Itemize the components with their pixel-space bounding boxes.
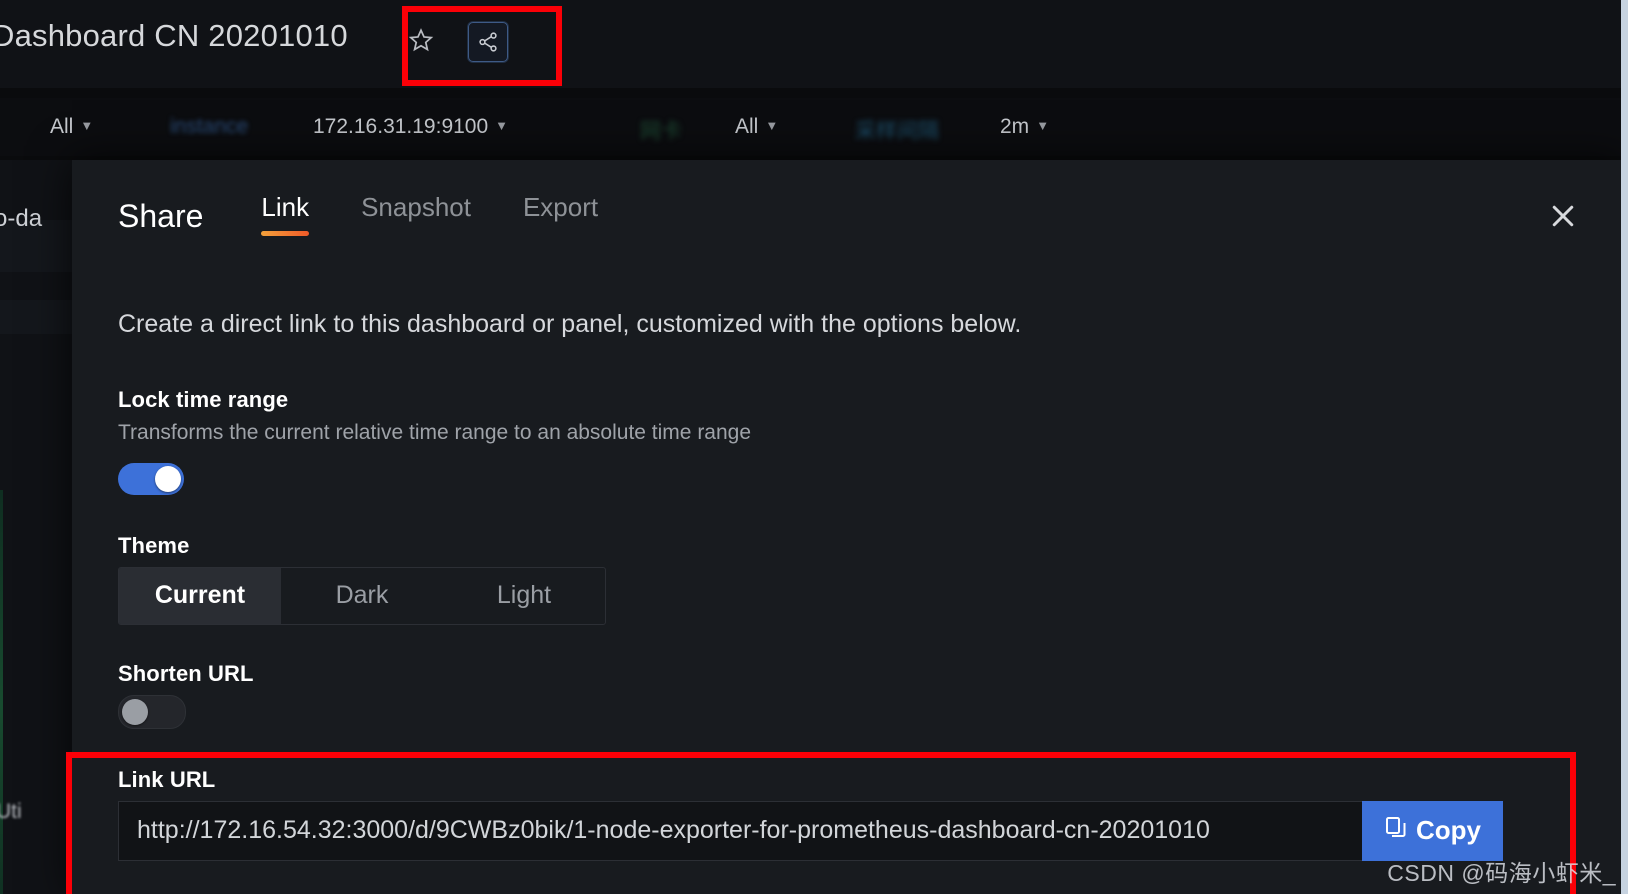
background-graph-line — [0, 490, 3, 894]
dashboard-variable-bar: All ▼ instance 172.16.31.19:9100 ▼ 网卡 All ▼… — [0, 98, 1628, 156]
share-modal-header: Share Link Snapshot Export — [72, 160, 1625, 256]
variable-name-interval: 采样间隔 — [855, 120, 939, 143]
variable-value-instance[interactable]: 172.16.31.19:9100 ▼ — [313, 115, 508, 139]
toggle-knob — [122, 698, 148, 725]
copy-icon — [1384, 815, 1408, 846]
link-url-input[interactable]: http://172.16.54.32:3000/d/9CWBz0bik/1-n… — [118, 800, 1362, 861]
theme-section: Theme Current Dark Light — [118, 533, 1579, 625]
tab-link[interactable]: Link — [261, 194, 309, 236]
variable-value-all-2[interactable]: All ▼ — [735, 115, 778, 139]
theme-option-dark[interactable]: Dark — [281, 568, 443, 624]
theme-option-light[interactable]: Light — [443, 568, 605, 624]
lock-time-range-section: Lock time range Transforms the current r… — [118, 387, 1579, 495]
link-url-section: Link URL http://172.16.54.32:3000/d/9CWB… — [118, 767, 1579, 861]
tab-snapshot[interactable]: Snapshot — [361, 194, 471, 236]
lock-time-range-description: Transforms the current relative time ran… — [118, 420, 752, 444]
share-modal: Share Link Snapshot Export Create a dire… — [72, 160, 1625, 894]
dashboard-topbar: Dashboard CN 20201010 — [0, 0, 1628, 88]
copy-button-label: Copy — [1416, 815, 1481, 845]
share-modal-body: Create a direct link to this dashboard o… — [72, 256, 1625, 861]
dashboard-title: Dashboard CN 20201010 — [0, 18, 348, 53]
share-modal-title: Share — [118, 198, 204, 234]
shorten-url-section: Shorten URL — [118, 661, 1579, 729]
theme-label: Theme — [118, 532, 190, 558]
toggle-knob — [155, 465, 181, 492]
background-panel-column — [0, 160, 75, 894]
lock-time-range-label: Lock time range — [118, 386, 289, 412]
theme-radio-group: Current Dark Light — [118, 566, 606, 625]
background-panel-label: Uti — [0, 800, 22, 823]
shorten-url-label: Shorten URL — [118, 660, 254, 686]
variable-name-nic: 网卡 — [640, 120, 682, 143]
close-icon[interactable] — [1543, 196, 1583, 236]
tab-export[interactable]: Export — [523, 194, 598, 236]
share-intro-text: Create a direct link to this dashboard o… — [118, 310, 1022, 338]
share-nodes-icon[interactable] — [468, 22, 508, 62]
page-right-edge — [1621, 0, 1628, 894]
star-icon[interactable] — [408, 27, 434, 53]
share-modal-tabs: Link Snapshot Export — [261, 194, 598, 256]
variable-value-all-1[interactable]: All ▼ — [50, 115, 93, 139]
watermark: CSDN @码海小虾米_ — [1387, 860, 1616, 886]
copy-button[interactable]: Copy — [1362, 800, 1503, 861]
screen-root: Dashboard CN 20201010 All ▼ instance 172… — [0, 0, 1628, 894]
link-url-label: Link URL — [118, 766, 216, 792]
variable-value-interval[interactable]: 2m ▼ — [1000, 115, 1049, 139]
shorten-url-toggle[interactable] — [118, 694, 186, 729]
theme-option-current[interactable]: Current — [119, 567, 281, 624]
variable-name-instance: instance — [170, 115, 249, 138]
background-panel-title: o-da — [0, 205, 43, 232]
link-url-row: http://172.16.54.32:3000/d/9CWBz0bik/1-n… — [118, 800, 1503, 861]
lock-time-range-toggle[interactable] — [118, 462, 184, 495]
